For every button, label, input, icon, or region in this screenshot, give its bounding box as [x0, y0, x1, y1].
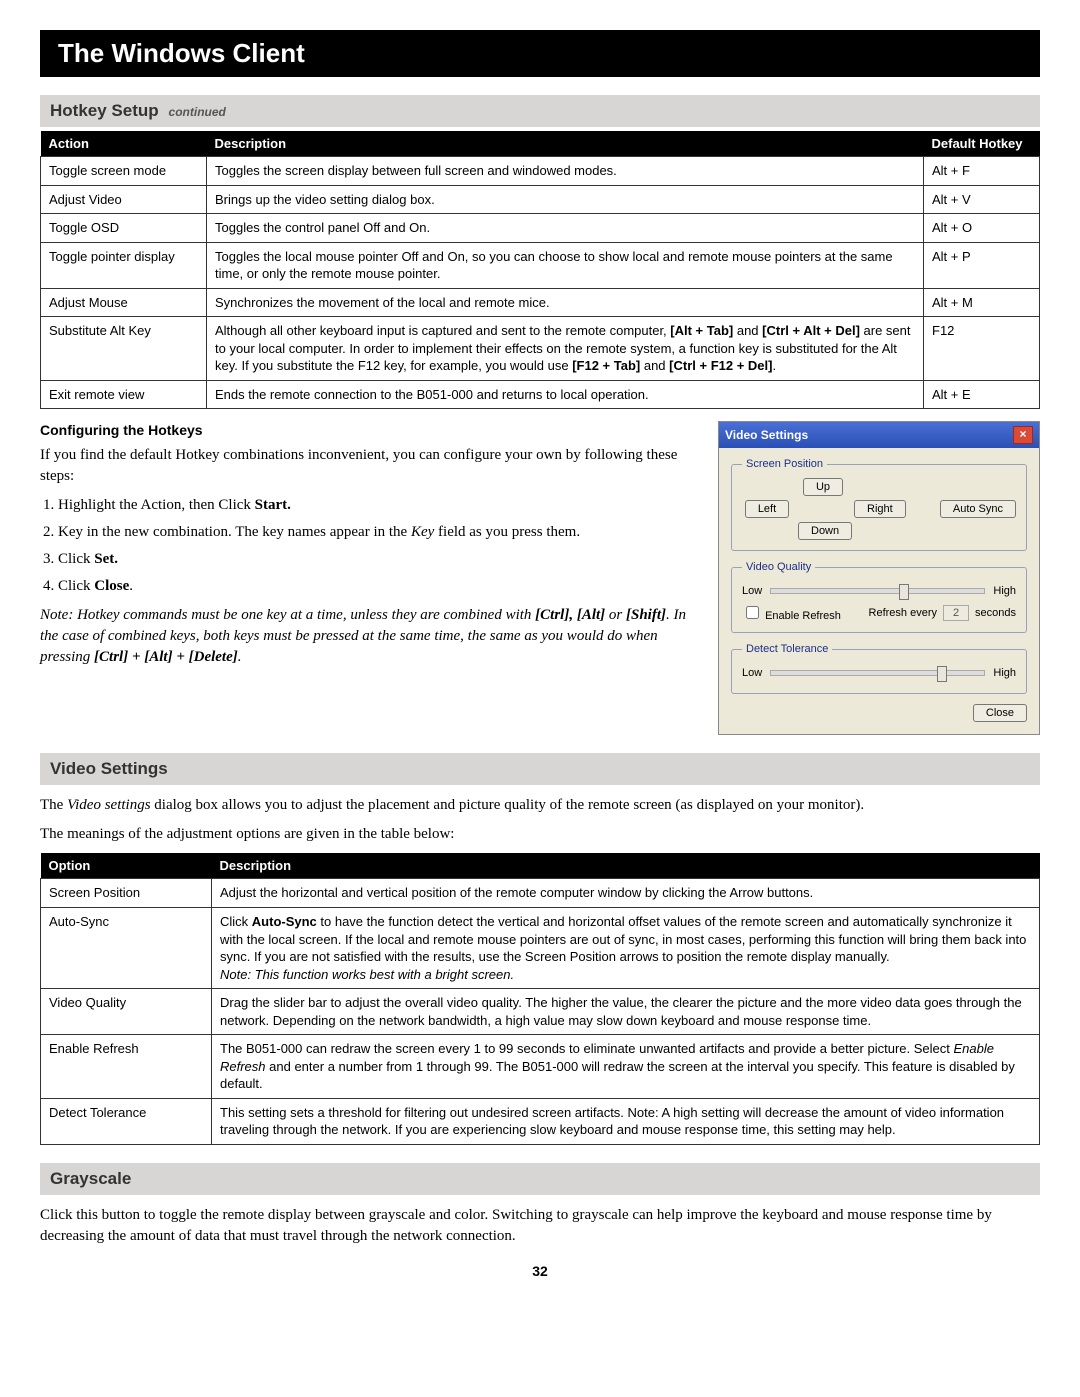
vq-high-label: High: [993, 585, 1016, 597]
table-row: Adjust MouseSynchronizes the movement of…: [41, 288, 1040, 317]
page-title: The Windows Client: [40, 30, 1040, 77]
config-steps: Highlight the Action, then Click Start. K…: [58, 495, 694, 597]
enable-refresh-label: Enable Refresh: [765, 610, 841, 622]
hotkey-table: Action Description Default Hotkey Toggle…: [40, 131, 1040, 409]
hotkey-th-desc: Description: [207, 131, 924, 157]
enable-refresh-checkbox[interactable]: Enable Refresh: [742, 603, 841, 622]
down-button[interactable]: Down: [798, 522, 852, 540]
table-row: Enable RefreshThe B051-000 can redraw th…: [41, 1035, 1040, 1099]
table-row: Toggle pointer displayToggles the local …: [41, 242, 1040, 288]
detect-tolerance-legend: Detect Tolerance: [742, 643, 832, 655]
hotkey-th-action: Action: [41, 131, 207, 157]
video-intro2: The meanings of the adjustment options a…: [40, 824, 1040, 845]
dt-low-label: Low: [742, 667, 762, 679]
grayscale-body: Click this button to toggle the remote d…: [40, 1205, 1040, 1247]
vq-low-label: Low: [742, 585, 762, 597]
table-row: Exit remote viewEnds the remote connecti…: [41, 380, 1040, 409]
table-row: Toggle OSDToggles the control panel Off …: [41, 214, 1040, 243]
dt-high-label: High: [993, 667, 1016, 679]
list-item: Highlight the Action, then Click Start.: [58, 495, 694, 516]
video-quality-slider[interactable]: [770, 588, 985, 594]
page-number: 32: [40, 1263, 1040, 1279]
table-row: Auto-SyncClick Auto-Sync to have the fun…: [41, 908, 1040, 989]
video-settings-dialog: Video Settings × Screen Position Up Left…: [718, 421, 1040, 735]
dialog-title: Video Settings: [725, 428, 808, 442]
config-intro: If you find the default Hotkey combinati…: [40, 445, 694, 487]
list-item: Click Close.: [58, 576, 694, 597]
refresh-every-label: Refresh every: [869, 607, 937, 619]
table-row: Detect ToleranceThis setting sets a thre…: [41, 1098, 1040, 1144]
hotkey-th-hotkey: Default Hotkey: [924, 131, 1040, 157]
video-section-header: Video Settings: [40, 753, 1040, 785]
table-row: Adjust VideoBrings up the video setting …: [41, 185, 1040, 214]
config-note: Note: Hotkey commands must be one key at…: [40, 605, 694, 668]
hotkey-heading-suffix: continued: [169, 105, 226, 119]
right-button[interactable]: Right: [854, 500, 906, 518]
detect-tolerance-group: Detect Tolerance Low High: [731, 643, 1027, 694]
close-icon[interactable]: ×: [1013, 426, 1033, 444]
dialog-titlebar: Video Settings ×: [719, 422, 1039, 448]
grayscale-section-header: Grayscale: [40, 1163, 1040, 1195]
table-row: Screen PositionAdjust the horizontal and…: [41, 879, 1040, 908]
grayscale-heading: Grayscale: [50, 1169, 131, 1188]
video-options-table: Option Description Screen PositionAdjust…: [40, 853, 1040, 1145]
video-quality-legend: Video Quality: [742, 561, 815, 573]
table-row: Toggle screen modeToggles the screen dis…: [41, 157, 1040, 186]
up-button[interactable]: Up: [803, 478, 843, 496]
video-th-desc: Description: [212, 853, 1040, 879]
left-button[interactable]: Left: [745, 500, 789, 518]
seconds-label: seconds: [975, 607, 1016, 619]
detect-tolerance-slider[interactable]: [770, 670, 985, 676]
video-th-option: Option: [41, 853, 212, 879]
table-row: Video QualityDrag the slider bar to adju…: [41, 989, 1040, 1035]
hotkey-heading: Hotkey Setup: [50, 101, 159, 120]
auto-sync-button[interactable]: Auto Sync: [940, 500, 1016, 518]
list-item: Key in the new combination. The key name…: [58, 522, 694, 543]
table-row: Substitute Alt KeyAlthough all other key…: [41, 317, 1040, 381]
screen-position-group: Screen Position Up Left Right Auto Sync …: [731, 458, 1027, 551]
list-item: Click Set.: [58, 549, 694, 570]
config-subhead: Configuring the Hotkeys: [40, 421, 694, 441]
config-text: Configuring the Hotkeys If you find the …: [40, 421, 694, 735]
video-intro: The Video settings dialog box allows you…: [40, 795, 1040, 816]
video-heading: Video Settings: [50, 759, 168, 778]
hotkey-section-header: Hotkey Setup continued: [40, 95, 1040, 127]
dialog-close-button[interactable]: Close: [973, 704, 1027, 722]
video-quality-group: Video Quality Low High Enable Refresh Re…: [731, 561, 1027, 633]
screen-position-legend: Screen Position: [742, 458, 827, 470]
refresh-value-input[interactable]: [943, 605, 969, 621]
